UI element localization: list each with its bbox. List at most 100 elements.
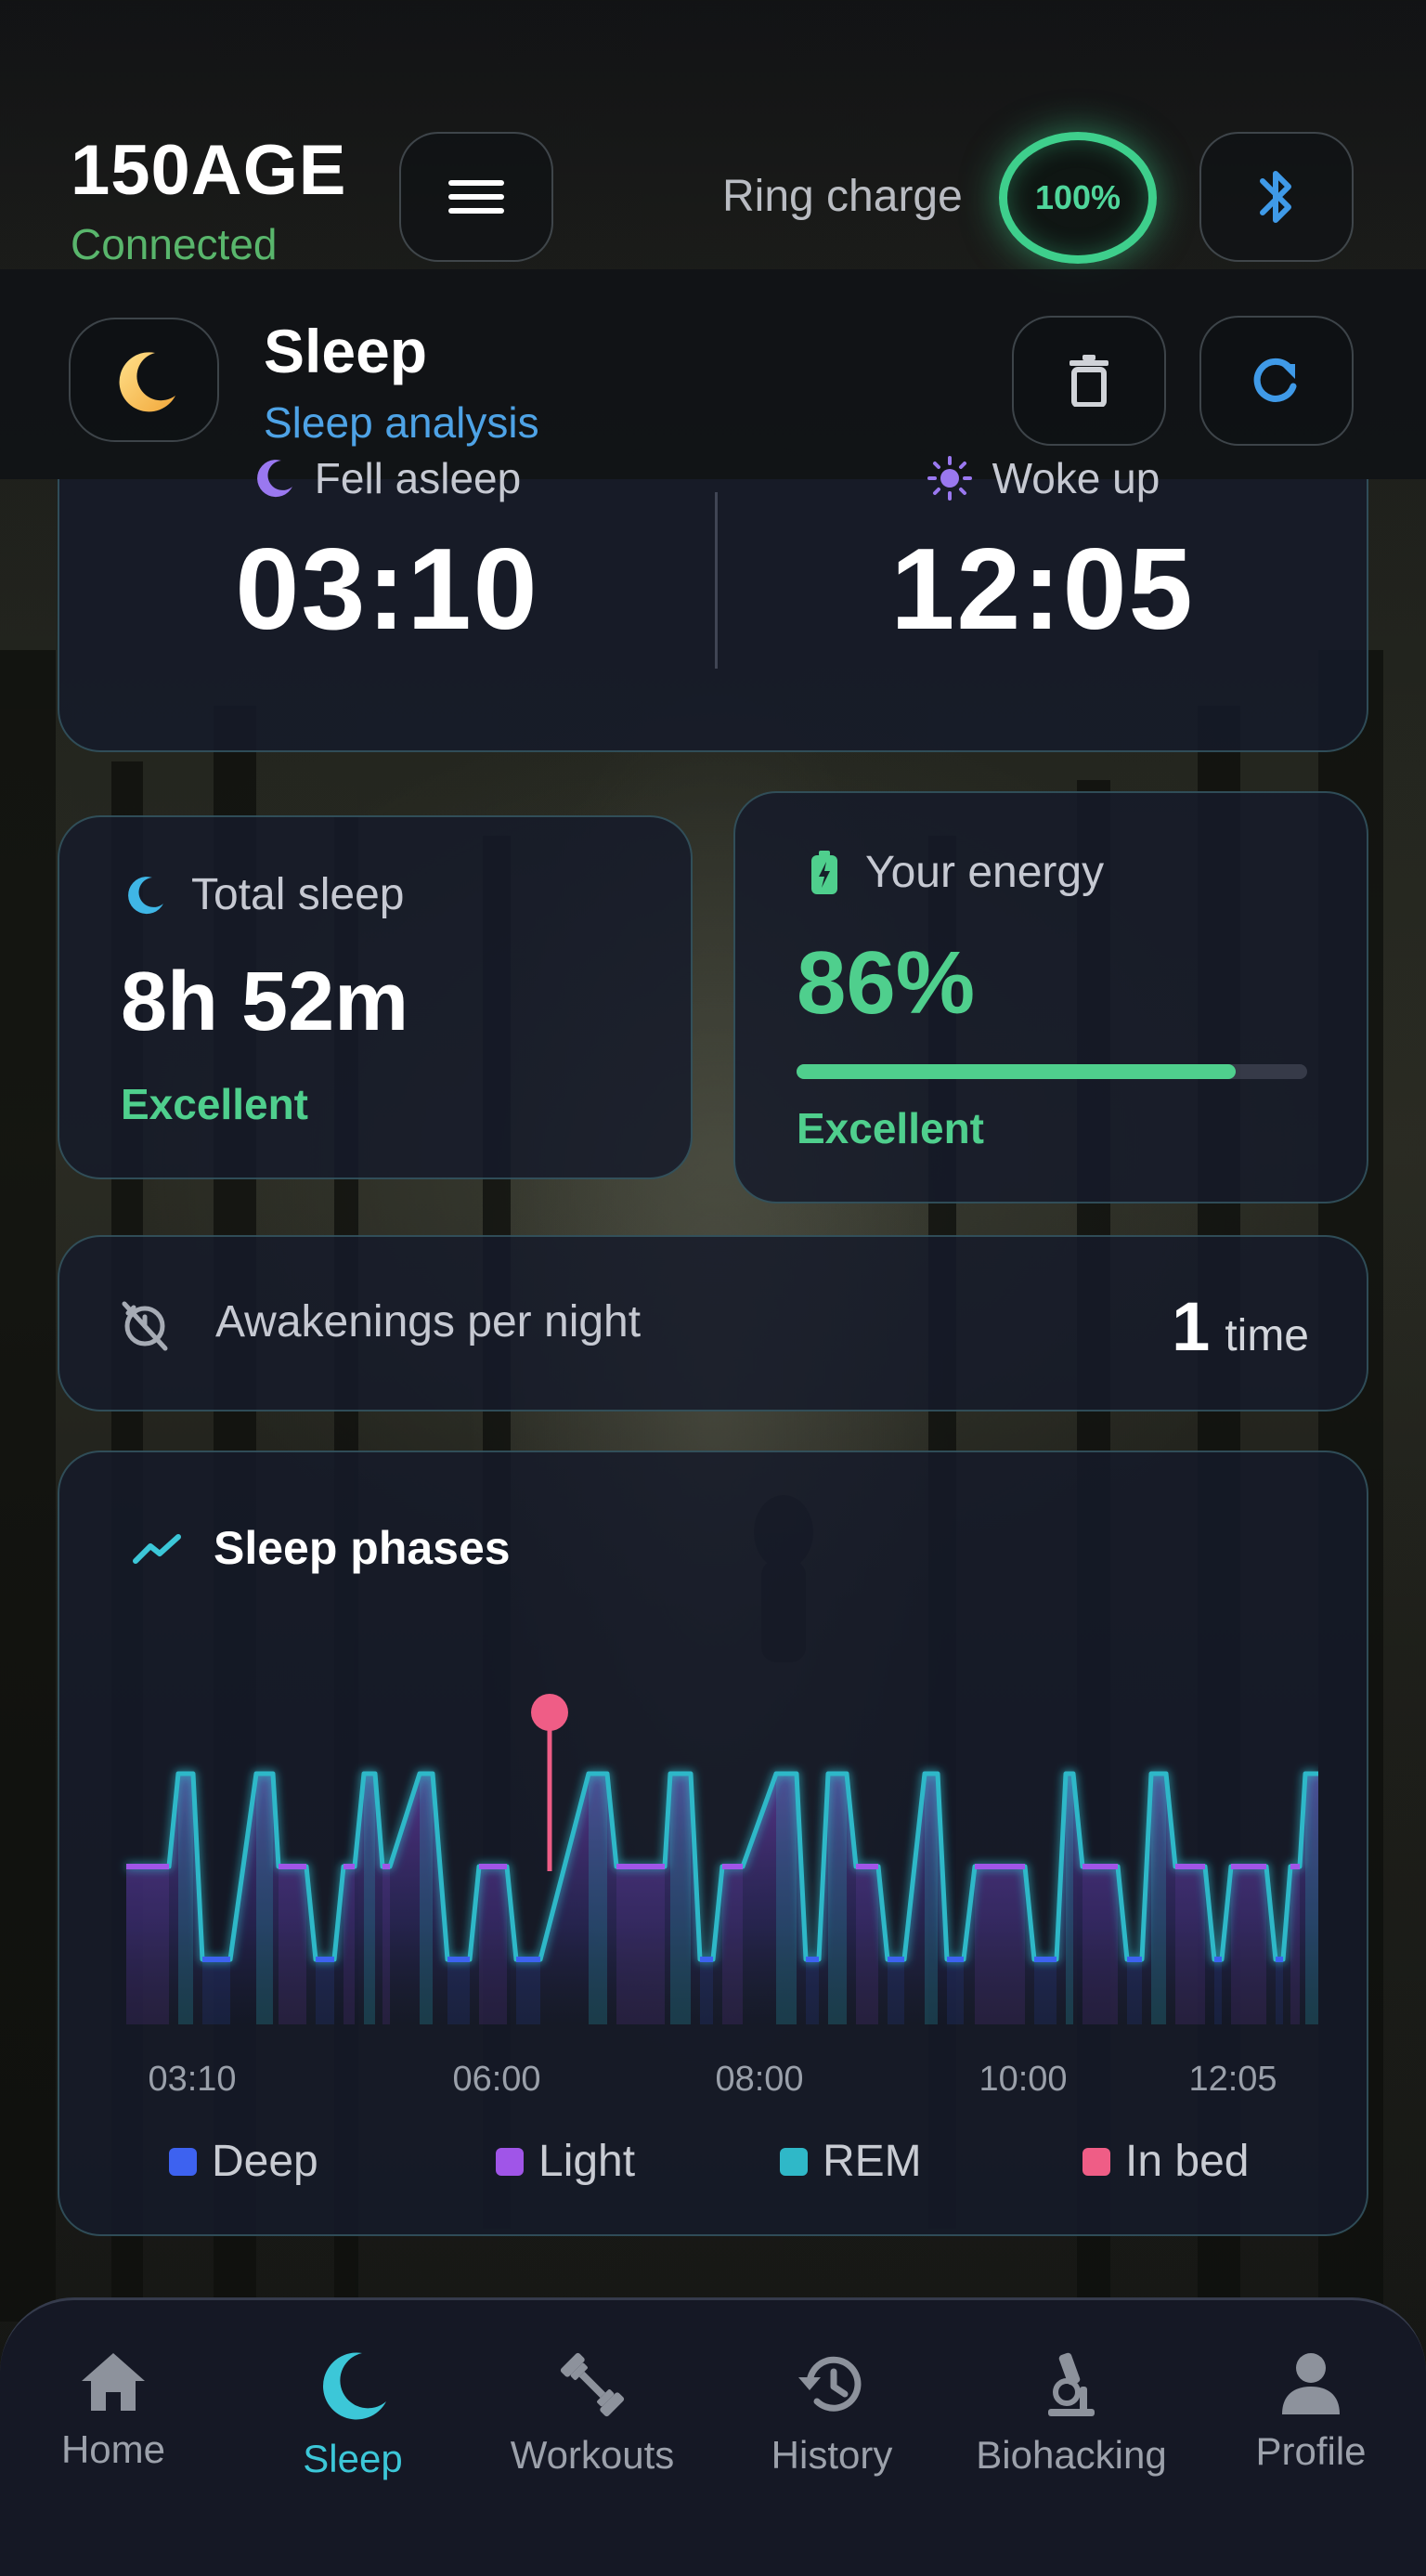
legend-label-in-bed: In bed (1125, 2137, 1250, 2186)
trend-icon (133, 1534, 181, 1564)
dumbbell-icon (560, 2352, 625, 2417)
phase-segment-light (616, 1867, 665, 2024)
phase-segment-rem (1151, 1774, 1166, 2024)
crescent-moon-icon (119, 352, 175, 412)
total-sleep-value: 8h 52m (121, 956, 409, 1048)
app-brand: 150AGE (71, 131, 347, 210)
nav-label-history: History (771, 2433, 893, 2477)
phase-segment-rem (828, 1774, 847, 2024)
sleep-section-icon-button (69, 318, 219, 442)
x-tick-1000: 10:00 (979, 2060, 1068, 2099)
page-title: Sleep (264, 317, 428, 385)
menu-button[interactable] (399, 132, 553, 262)
nav-item-sleep[interactable]: Sleep (260, 2349, 446, 2481)
phase-segment-deep (700, 1959, 713, 2024)
phase-segment-deep (947, 1959, 964, 2024)
legend-swatch-light (496, 2147, 524, 2176)
nav-label-workouts: Workouts (510, 2433, 675, 2477)
microscope-icon (1048, 2352, 1095, 2416)
woke-up-time: 12:05 (890, 526, 1195, 654)
nav-label-home: Home (60, 2427, 166, 2471)
chart-title: Sleep phases (214, 1522, 511, 1574)
phase-segment-deep (202, 1959, 230, 2024)
awakenings-count: 1 (1172, 1288, 1211, 1365)
nav-item-profile[interactable]: Profile (1218, 2349, 1404, 2474)
moon-icon (256, 460, 292, 498)
phase-segment-rem (670, 1774, 691, 2024)
phase-segment-deep (447, 1959, 470, 2024)
nav-label-sleep: Sleep (303, 2437, 403, 2480)
ring-charge-indicator: 100% (999, 132, 1157, 264)
delete-button[interactable] (1012, 316, 1166, 446)
history-icon (798, 2356, 862, 2412)
phase-segment-rem (776, 1774, 797, 2024)
fell-asleep-block: Fell asleep 03:10 (59, 453, 715, 656)
sleep-phases-chart (126, 1694, 1318, 2024)
total-sleep-rating: Excellent (121, 1080, 308, 1128)
energy-progress-track (797, 1064, 1307, 1079)
phase-segment-rem (256, 1774, 273, 2024)
legend-label-deep: Deep (212, 2137, 318, 2186)
total-sleep-label: Total sleep (191, 870, 405, 919)
sleep-phases-header: Sleep phases (132, 1521, 511, 1575)
legend-label-rem: REM (823, 2137, 922, 2186)
legend-swatch-rem (780, 2147, 808, 2176)
phase-segment-deep (316, 1959, 334, 2024)
refresh-button[interactable] (1199, 316, 1354, 446)
phase-segment-light (126, 1867, 169, 2024)
nav-label-profile: Profile (1255, 2429, 1367, 2473)
nav-item-home[interactable]: Home (20, 2349, 206, 2472)
awakenings-value: 1 time (1172, 1287, 1309, 1366)
nav-item-biohacking[interactable]: Biohacking (976, 2349, 1167, 2478)
phase-segment-deep (516, 1959, 540, 2024)
ring-charge-label: Ring charge (722, 172, 963, 221)
sun-icon (927, 456, 972, 501)
sleep-times-card: Fell asleep 03:10 Woke up 12:05 (58, 454, 1368, 752)
awakening-marker-dot (531, 1694, 568, 1731)
alarm-off-icon (122, 1301, 168, 1351)
phase-segment-deep (888, 1959, 904, 2024)
legend-rem: REM (780, 2136, 922, 2187)
x-tick-1205: 12:05 (1188, 2060, 1277, 2099)
phase-segment-rem (1066, 1774, 1073, 2024)
phase-segment-light (344, 1867, 355, 2024)
legend-deep: Deep (169, 2136, 318, 2187)
legend-in-bed: In bed (1082, 2136, 1249, 2187)
bluetooth-button[interactable] (1199, 132, 1354, 262)
woke-up-label: Woke up (992, 454, 1160, 502)
phase-segment-deep (1034, 1959, 1057, 2024)
x-tick-0600: 06:00 (452, 2060, 541, 2099)
moon-icon (323, 2352, 386, 2420)
total-sleep-header: Total sleep (124, 869, 404, 920)
nav-item-workouts[interactable]: Workouts (499, 2349, 685, 2478)
bluetooth-icon (1260, 171, 1291, 223)
phase-segment-deep (1127, 1959, 1142, 2024)
phase-segment-light (975, 1867, 1025, 2024)
phase-segment-light (1175, 1867, 1205, 2024)
energy-progress-fill (797, 1064, 1236, 1079)
fell-asleep-label: Fell asleep (314, 454, 522, 502)
phase-segment-light (1231, 1867, 1266, 2024)
energy-label: Your energy (865, 848, 1105, 897)
woke-up-label-row: Woke up (926, 453, 1160, 503)
phase-segment-light (382, 1867, 390, 2024)
phase-segment-deep (1276, 1959, 1283, 2024)
nav-item-history[interactable]: History (739, 2349, 925, 2478)
phase-segment-light (279, 1867, 306, 2024)
energy-value: 86% (797, 933, 976, 1033)
awakenings-label: Awakenings per night (215, 1297, 642, 1347)
woke-up-block: Woke up 12:05 (715, 453, 1370, 656)
home-icon (82, 2353, 145, 2411)
phase-segment-rem (364, 1774, 375, 2024)
awakenings-card: Awakenings per night 1 time (58, 1235, 1368, 1412)
energy-card: Your energy 86% Excellent (733, 791, 1368, 1203)
phase-segment-light (856, 1867, 878, 2024)
energy-rating: Excellent (797, 1104, 984, 1152)
phase-segment-rem (420, 1774, 433, 2024)
connection-status: Connected (71, 220, 278, 268)
legend-swatch-deep (169, 2147, 197, 2176)
x-tick-0310: 03:10 (148, 2060, 237, 2099)
energy-header: Your energy (810, 847, 1104, 898)
phase-segment-light (722, 1867, 743, 2024)
phase-segment-rem (178, 1774, 193, 2024)
